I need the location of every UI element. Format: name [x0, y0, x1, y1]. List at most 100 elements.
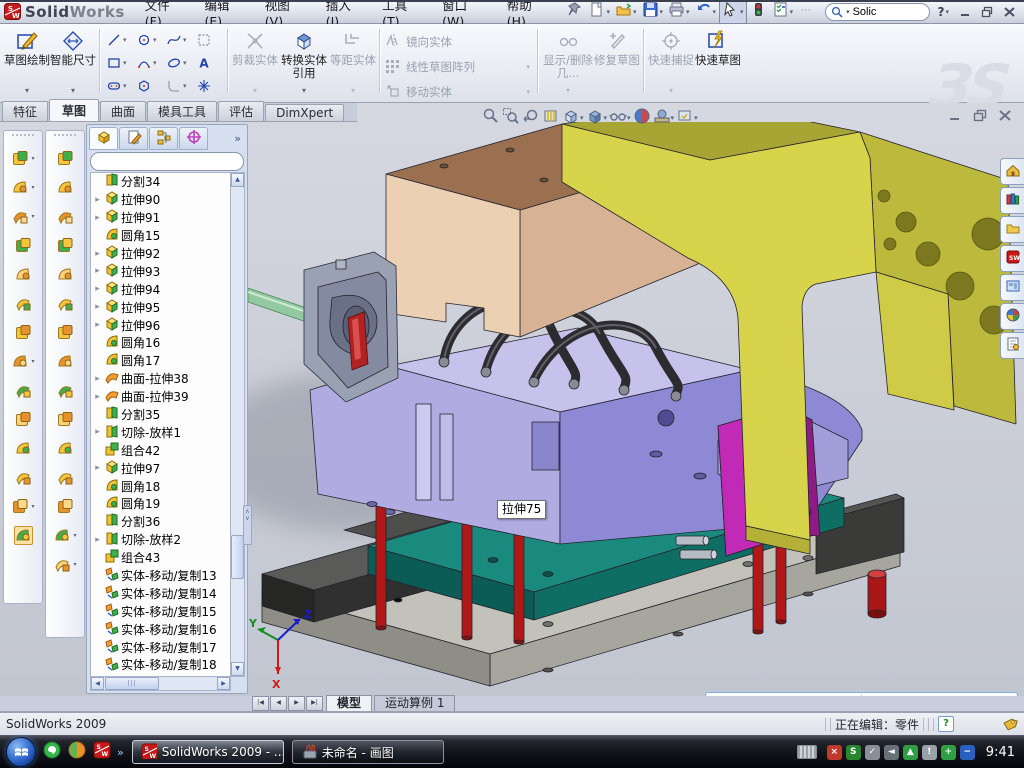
ellipse-caret[interactable]: ▾	[183, 59, 187, 67]
tree-item[interactable]: 实体-移动/复制17	[91, 638, 230, 656]
edit-appearance-button[interactable]	[633, 107, 651, 129]
solidworks-resources-tab[interactable]: SW	[1000, 245, 1024, 272]
display-delete-relations-button[interactable]: 显示/删除几... ▾	[542, 24, 594, 98]
open-button[interactable]: ▾	[613, 0, 639, 23]
tree-item[interactable]: 圆角18	[91, 477, 230, 495]
tree-item[interactable]: 实体-移动/复制16	[91, 620, 230, 638]
move-copy-button[interactable]	[14, 463, 33, 492]
tree-item[interactable]: ▸拉伸96	[91, 316, 230, 334]
dropdown-caret[interactable]: ▾	[686, 8, 690, 16]
custom-properties-tab[interactable]	[1000, 332, 1024, 359]
tree-item[interactable]: 实体-移动/复制14	[91, 584, 230, 602]
keyboard-layout-icon[interactable]	[797, 745, 817, 759]
tree-horizontal-scrollbar[interactable]: ◀ ||| ▶	[90, 676, 231, 691]
smart-dimension-button[interactable]: 智能尺寸 ▾	[50, 24, 96, 98]
dropdown-caret[interactable]: ▾	[627, 114, 631, 122]
linear-pattern-button[interactable]: ▾	[11, 347, 34, 376]
tree-item[interactable]: ▸曲面-拉伸39	[91, 388, 230, 406]
select-button[interactable]: ▾	[719, 0, 747, 24]
dropdown-caret[interactable]: ▾	[580, 114, 584, 122]
split-button[interactable]	[14, 405, 33, 434]
circle-caret[interactable]: ▾	[153, 36, 157, 44]
configurationmanager-tab[interactable]	[149, 127, 178, 150]
dimxpertmanager-tab[interactable]	[179, 127, 208, 150]
expand-arrow[interactable]: ▸	[93, 249, 102, 259]
propertymanager-tab[interactable]	[119, 127, 148, 150]
zoom-to-area-button[interactable]	[502, 107, 520, 129]
rectangle-tool[interactable]: ▾	[104, 51, 134, 74]
spline-button[interactable]: ▾	[53, 550, 76, 579]
sphere-shortcut[interactable]	[68, 741, 86, 763]
tree-item[interactable]: ▸拉伸91	[91, 209, 230, 227]
scroll-right-arrow[interactable]: ▶	[217, 677, 230, 690]
help-caret[interactable]: ▾	[945, 8, 949, 16]
slot-caret[interactable]: ▾	[123, 82, 127, 90]
file-explorer-tab[interactable]	[1000, 216, 1024, 243]
hide-show-items-button[interactable]: ▾	[609, 107, 631, 129]
dropdown-caret[interactable]: ▾	[694, 114, 698, 122]
quick-tips-icon[interactable]: ?	[938, 716, 954, 732]
dropdown-caret[interactable]: ▾	[526, 88, 534, 96]
tab-模具工具[interactable]: 模具工具	[147, 101, 217, 121]
expand-arrow[interactable]: ▸	[93, 392, 102, 402]
close-button[interactable]	[1003, 6, 1016, 18]
tree-item[interactable]: 分割35	[91, 406, 230, 424]
expand-arrow[interactable]: ▸	[93, 320, 102, 330]
design-checker-button[interactable]: ▾	[770, 0, 796, 23]
health-monitor-icon[interactable]: +	[941, 745, 956, 760]
spline-tool[interactable]: ▾	[164, 28, 194, 51]
featuremanager-tab[interactable]	[89, 127, 118, 150]
antivirus-shield-icon[interactable]: S	[846, 745, 861, 760]
draft-button[interactable]	[14, 318, 33, 347]
tab-草图[interactable]: 草图	[49, 99, 99, 121]
quick-snaps-button[interactable]: 快速捕捉 ▾	[648, 24, 694, 98]
taskbar-window-paint[interactable]: 未命名 - 画图	[292, 740, 444, 764]
panel-splitter-handle[interactable]: ∧∨	[243, 505, 252, 545]
delete-face-button[interactable]	[56, 405, 75, 434]
planar-surface-button[interactable]	[56, 318, 75, 347]
toolbar-grip[interactable]	[12, 134, 34, 140]
tree-item[interactable]: 圆角15	[91, 227, 230, 245]
spline-caret[interactable]: ▾	[183, 36, 187, 44]
rectangle-caret[interactable]: ▾	[123, 59, 127, 67]
quick-launch-overflow[interactable]: »	[117, 746, 124, 759]
tab-特征[interactable]: 特征	[2, 101, 48, 121]
doc-minimize-button[interactable]	[948, 109, 962, 122]
offset-caret[interactable]: ▾	[351, 87, 355, 98]
part-clamp-unit[interactable]	[248, 252, 398, 402]
search-box[interactable]: ▾	[825, 3, 929, 21]
reference-geometry-button[interactable]: ▾	[11, 492, 34, 521]
overflow-button[interactable]: ⋯	[796, 0, 817, 23]
part-locating-pin[interactable]	[868, 570, 886, 618]
convert-caret[interactable]: ▾	[302, 87, 306, 98]
sketch-point-button[interactable]: ▾	[53, 521, 76, 550]
extend-surface-button[interactable]	[56, 463, 75, 492]
trim-entities-button[interactable]: 剪裁实体 ▾	[232, 24, 278, 98]
dropdown-caret[interactable]: ▾	[740, 8, 744, 16]
filled-surface-button[interactable]	[56, 289, 75, 318]
tree-item[interactable]: ▸切除-放样2	[91, 531, 230, 549]
line-tool[interactable]: ▾	[104, 28, 134, 51]
scroll-left-arrow[interactable]: ◀	[91, 677, 104, 690]
boundary-surface-button[interactable]	[56, 260, 75, 289]
lofted-surface-button[interactable]	[56, 231, 75, 260]
trim-caret[interactable]: ▾	[253, 87, 257, 98]
circle-tool[interactable]: ▾	[134, 28, 164, 51]
tree-filter-box[interactable]	[90, 152, 244, 171]
scroll-up-arrow[interactable]: ▲	[231, 173, 244, 187]
help-button[interactable]: ?	[938, 5, 945, 19]
home-tab[interactable]	[1000, 158, 1024, 185]
shell-button[interactable]	[14, 260, 33, 289]
tree-item[interactable]: 实体-移动/复制18	[91, 656, 230, 674]
expand-arrow[interactable]: ▸	[93, 535, 102, 545]
extruded-boss-button[interactable]: ▾	[11, 144, 34, 173]
tree-item[interactable]: 组合43	[91, 549, 230, 567]
save-button[interactable]: ▾	[640, 0, 666, 23]
pin-button[interactable]	[564, 0, 585, 23]
dropdown-caret[interactable]: ▾	[604, 114, 608, 122]
mirror-button[interactable]	[14, 376, 33, 405]
dropdown-caret[interactable]: ▾	[31, 184, 34, 191]
point-tool[interactable]	[194, 74, 224, 97]
sketch-text-tool[interactable]: A	[194, 51, 224, 74]
dropdown-caret[interactable]: ▾	[31, 155, 34, 162]
